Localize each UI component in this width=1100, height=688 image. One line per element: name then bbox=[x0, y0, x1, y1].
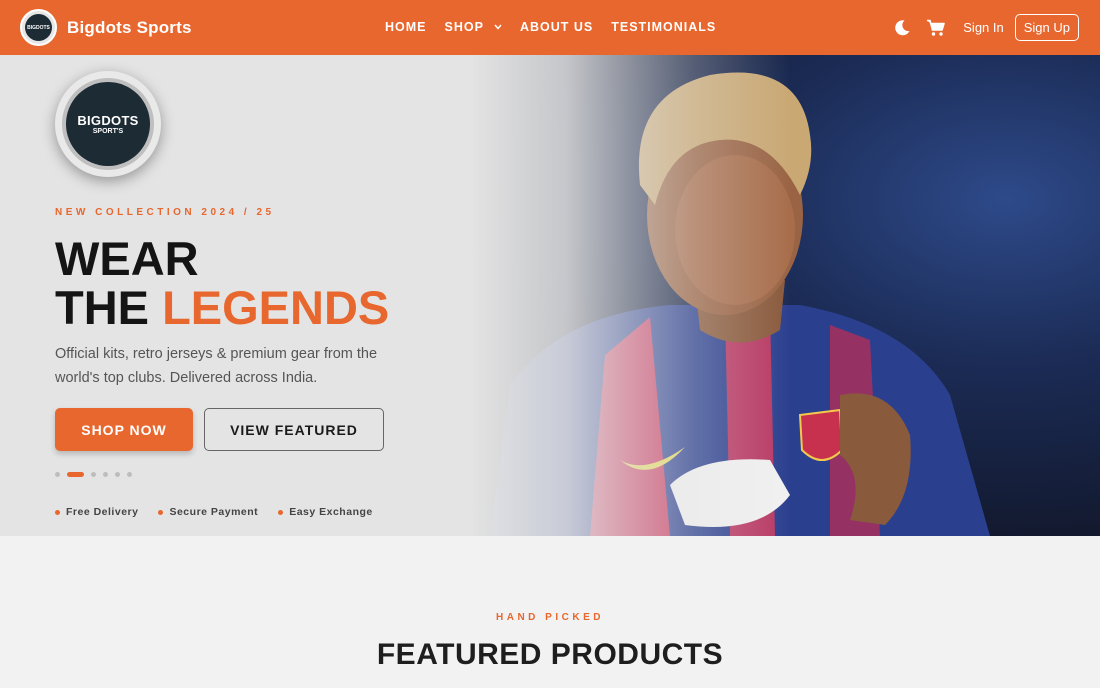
carousel-dot[interactable] bbox=[127, 472, 132, 477]
brand-name[interactable]: Bigdots Sports bbox=[67, 18, 192, 38]
menu-item-label: HOME bbox=[385, 20, 427, 34]
hero-description: Official kits, retro jerseys & premium g… bbox=[55, 346, 378, 386]
cart-icon[interactable] bbox=[925, 17, 947, 39]
hero-badge-subtitle: SPORT'S bbox=[92, 128, 124, 135]
shop-now-button[interactable]: SHOP NOW bbox=[55, 408, 193, 451]
chevron-down-icon bbox=[494, 22, 502, 33]
hero-banner: BIGDOTS SPORT'S NEW COLLECTION 2024 / 25… bbox=[0, 55, 1100, 536]
menu-item-home[interactable]: HOME bbox=[385, 20, 427, 34]
hero-badge-title: BIGDOTS bbox=[77, 113, 139, 128]
menu-item-label: ABOUT US bbox=[519, 20, 594, 34]
hero-features: Free Delivery Secure Payment Easy Exchan… bbox=[55, 506, 393, 518]
hero-fade-overlay bbox=[470, 55, 790, 536]
carousel-dot[interactable] bbox=[55, 472, 60, 477]
hero-headline-line1: WEAR bbox=[55, 232, 199, 285]
hero-eyebrow: NEW COLLECTION 2024 / 25 bbox=[55, 207, 275, 218]
bullet-icon bbox=[278, 509, 284, 515]
hero-headline-accent: LEGENDS bbox=[162, 281, 390, 334]
hero-brand-badge: BIGDOTS SPORT'S bbox=[55, 71, 161, 177]
feature-label: Secure Payment bbox=[169, 506, 259, 518]
hero-headline-line2: THE LEGENDS bbox=[55, 283, 389, 333]
moon-icon[interactable] bbox=[891, 17, 913, 39]
feature-label: Free Delivery bbox=[66, 506, 139, 518]
carousel-dot-active[interactable] bbox=[67, 472, 84, 477]
hero-badge-disc: BIGDOTS SPORT'S bbox=[66, 82, 150, 166]
carousel-dot[interactable] bbox=[91, 472, 96, 477]
view-featured-button[interactable]: VIEW FEATURED bbox=[204, 408, 384, 451]
feature-label: Easy Exchange bbox=[289, 506, 373, 518]
feature-easy-exchange: Easy Exchange bbox=[278, 506, 373, 518]
bullet-icon bbox=[158, 509, 164, 515]
carousel-indicators bbox=[55, 472, 139, 477]
feature-secure-payment: Secure Payment bbox=[158, 506, 258, 518]
brand-logo-disc: BIGDOTS bbox=[25, 14, 52, 41]
featured-title: FEATURED PRODUCTS bbox=[376, 638, 724, 671]
hero-headline-plain: THE bbox=[55, 281, 163, 334]
carousel-dot[interactable] bbox=[103, 472, 108, 477]
top-navbar: BIGDOTS Bigdots Sports HOME SHOP ABOUT U… bbox=[0, 0, 1100, 55]
brand-logo-text: BIGDOTS bbox=[27, 24, 50, 31]
feature-free-delivery: Free Delivery bbox=[55, 506, 138, 518]
menu-item-label: TESTIMONIALS bbox=[611, 20, 717, 34]
hero-badge-ring: BIGDOTS SPORT'S bbox=[62, 78, 154, 170]
bullet-icon bbox=[55, 509, 60, 515]
menu-item-testimonials[interactable]: TESTIMONIALS bbox=[611, 20, 716, 34]
brand-logo[interactable]: BIGDOTS bbox=[20, 9, 57, 46]
featured-eyebrow: HAND PICKED bbox=[496, 612, 604, 623]
menu-item-shop[interactable]: SHOP bbox=[445, 20, 502, 34]
main-menu: HOME SHOP ABOUT US TESTIMONIALS bbox=[385, 20, 734, 34]
menu-item-about-us[interactable]: ABOUT US bbox=[520, 20, 593, 34]
nav-actions: Sign In Sign Up bbox=[891, 14, 1079, 41]
carousel-dot[interactable] bbox=[115, 472, 120, 477]
sign-up-button[interactable]: Sign Up bbox=[1014, 14, 1079, 41]
menu-item-label: SHOP bbox=[444, 20, 484, 34]
sign-in-link[interactable]: Sign In bbox=[963, 20, 1003, 35]
